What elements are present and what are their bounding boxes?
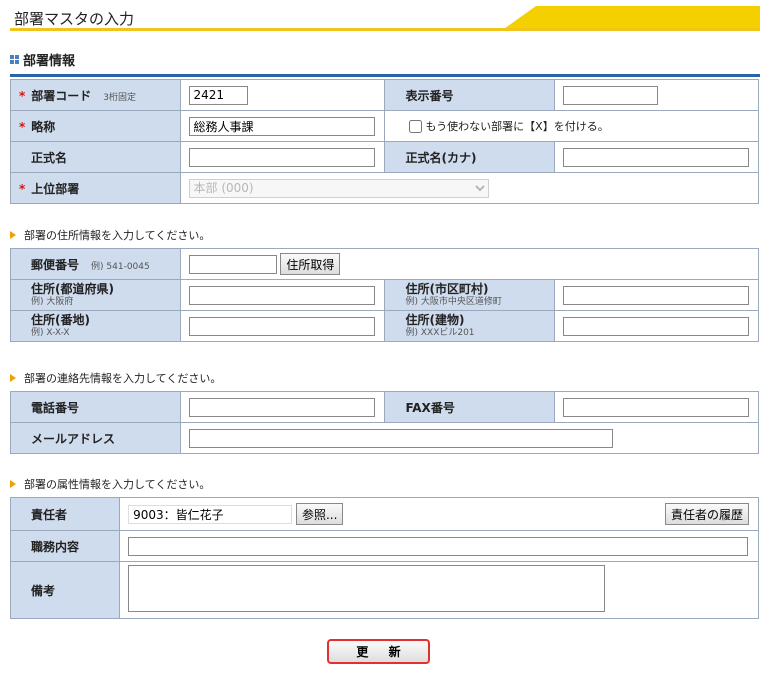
short-name-label: 略称 (31, 119, 56, 134)
manager-history-button[interactable]: 責任者の履歴 (664, 503, 749, 525)
city-hint: 例) 大阪市中央区道修町 (405, 296, 502, 307)
required-mark: * (19, 181, 26, 196)
contact-table: 電話番号 FAX番号 メールアドレス (10, 391, 759, 454)
display-no-label: 表示番号 (384, 79, 556, 111)
street-label: 住所(番地) (31, 312, 90, 327)
triangle-bullet-icon (10, 231, 16, 239)
pref-label: 住所(都道府県) (31, 281, 114, 296)
grid-icon (10, 55, 19, 64)
parent-label: 上位部署 (31, 181, 80, 196)
phone-input[interactable] (188, 397, 375, 417)
code-label-cell: * 部署コード 3桁固定 (10, 79, 181, 111)
zip-label: 郵便番号 (31, 257, 80, 272)
required-mark: * (19, 88, 26, 103)
manager-ref-button[interactable]: 参照... (295, 503, 344, 525)
required-mark: * (19, 119, 26, 134)
code-hint: 3桁固定 (103, 92, 137, 103)
parent-label-cell: * 上位部署 (10, 172, 181, 204)
short-name-input[interactable] (188, 116, 375, 136)
triangle-bullet-icon (10, 480, 16, 488)
formal-name-label: 正式名 (10, 141, 181, 173)
phone-label: 電話番号 (10, 391, 181, 423)
section-heading: 部署情報 (10, 50, 75, 69)
address-note-text: 部署の住所情報を入力してください。 (24, 229, 211, 242)
duty-input[interactable] (128, 536, 749, 556)
header-underline (10, 28, 760, 31)
parent-dept-select[interactable]: 本部 (000) (188, 178, 489, 198)
section-heading-label: 部署情報 (23, 54, 76, 69)
unused-checkbox[interactable] (409, 119, 423, 133)
attributes-table: 責任者 参照... 責任者の履歴 職務内容 備考 (9, 497, 759, 619)
street-input[interactable] (188, 316, 375, 336)
formal-name-input[interactable] (188, 147, 375, 167)
contact-note-text: 部署の連絡先情報を入力してください。 (24, 372, 222, 385)
duty-label: 職務内容 (9, 530, 121, 562)
display-no-input[interactable] (563, 85, 659, 105)
header-decoration (502, 6, 760, 30)
building-label: 住所(建物) (405, 312, 465, 327)
update-button[interactable]: 更 新 (327, 639, 430, 664)
address-note: 部署の住所情報を入力してください。 (10, 227, 210, 243)
page-title: 部署マスタの入力 (14, 10, 135, 28)
fax-label: FAX番号 (384, 391, 555, 423)
remarks-textarea[interactable] (128, 565, 606, 612)
attributes-note-text: 部署の属性情報を入力してください。 (24, 478, 211, 491)
zip-input[interactable] (188, 255, 277, 274)
code-label: 部署コード (31, 88, 92, 103)
remarks-label: 備考 (9, 561, 121, 619)
fax-input[interactable] (563, 397, 749, 417)
email-label: メールアドレス (10, 422, 181, 454)
short-name-label-cell: * 略称 (10, 110, 181, 142)
building-hint: 例) XXXビル201 (405, 327, 475, 338)
city-input[interactable] (563, 285, 749, 305)
email-input[interactable] (188, 428, 613, 448)
manager-label: 責任者 (9, 497, 121, 531)
street-hint: 例) X-X-X (31, 327, 70, 338)
page-header: 部署マスタの入力 (0, 0, 770, 34)
unused-checkbox-label: もう使わない部署に【X】を付ける。 (425, 120, 609, 133)
address-table: 郵便番号 例) 541-0045 住所取得 住所(都道府県) 例) 大阪府 住所(市… (10, 248, 760, 342)
pref-input[interactable] (188, 285, 375, 305)
formal-kana-label: 正式名(カナ) (384, 141, 556, 173)
dept-code-input[interactable] (188, 85, 248, 105)
dept-info-table: * 部署コード 3桁固定 表示番号 * 略称 もう使わない部署に【X】を付ける。 正式… (10, 79, 760, 204)
attributes-note: 部署の属性情報を入力してください。 (10, 476, 210, 492)
manager-input[interactable] (128, 504, 293, 524)
section-rule (10, 74, 760, 77)
zip-hint: 例) 541-0045 (91, 261, 150, 272)
pref-hint: 例) 大阪府 (31, 296, 74, 307)
contact-note: 部署の連絡先情報を入力してください。 (10, 370, 221, 386)
unused-checkbox-row[interactable]: もう使わない部署に【X】を付ける。 (409, 118, 758, 134)
address-fetch-button[interactable]: 住所取得 (280, 253, 341, 275)
formal-kana-input[interactable] (563, 147, 750, 167)
building-input[interactable] (563, 316, 749, 336)
city-label: 住所(市区町村) (405, 281, 489, 296)
triangle-bullet-icon (10, 374, 16, 382)
